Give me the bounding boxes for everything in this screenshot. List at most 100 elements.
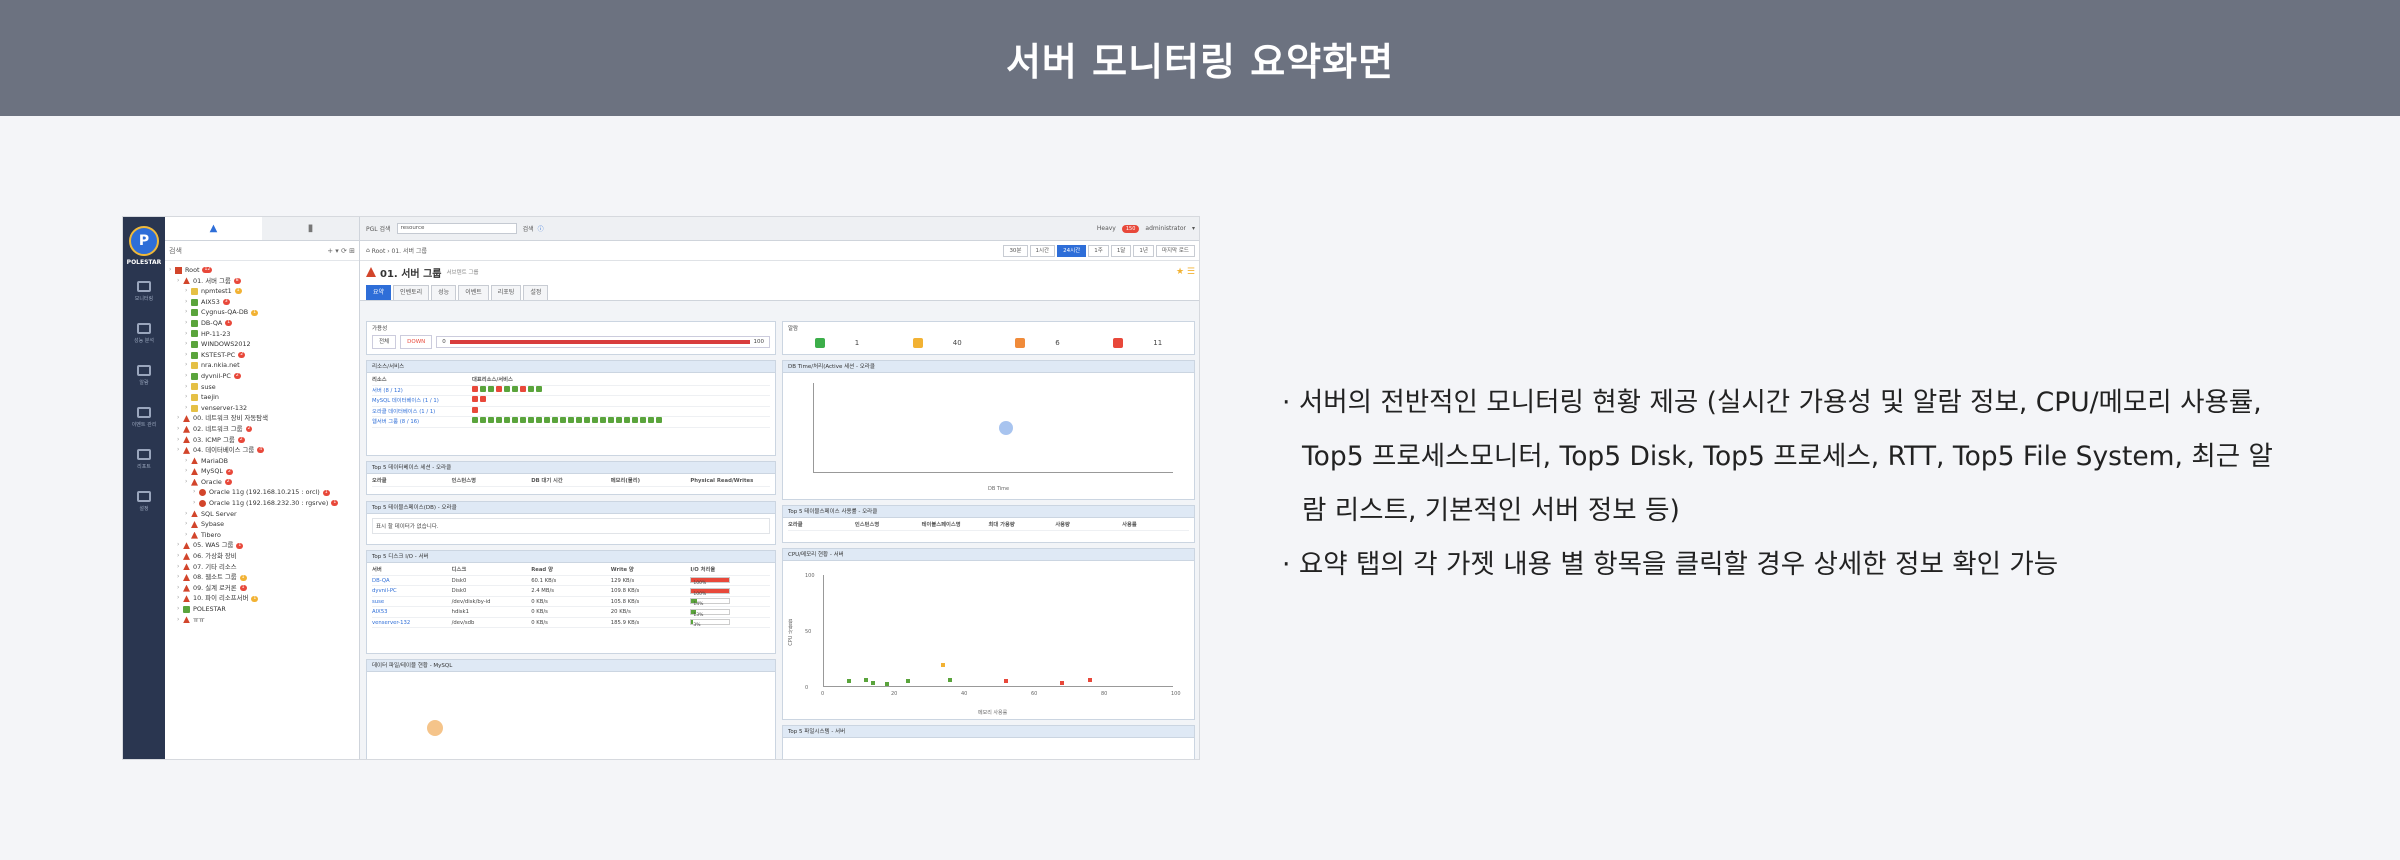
tree-node[interactable]: › AIX53 3 [169,297,359,308]
status-icon[interactable] [592,417,598,423]
tree-node[interactable]: › taejin [169,392,359,403]
cell[interactable]: dyvnil-PC [372,586,452,596]
status-icon[interactable] [504,385,510,392]
status-icon[interactable] [632,417,638,423]
tab-3[interactable]: 이벤트 [458,285,489,300]
tree-node[interactable]: › suse [169,382,359,393]
scatter-point[interactable] [941,662,945,667]
chevron-right-icon[interactable]: › [185,466,191,477]
tree-node[interactable]: › Cygnus-QA-DB 1 [169,307,359,318]
tree-node[interactable]: › 06. 가상화 장비 [169,551,359,562]
column-header[interactable]: 디스크 [452,565,532,575]
status-icon[interactable] [480,385,486,392]
scatter-point[interactable] [864,678,868,683]
status-icon[interactable] [512,385,518,392]
range-button[interactable]: 1년 [1133,244,1154,257]
column-header[interactable]: Read 양 [531,565,611,575]
column-header[interactable]: DB 대기 시간 [531,476,611,486]
tree-node[interactable]: › Oracle 2 [169,477,359,488]
table-row[interactable]: 오라클 데이터베이스 (1 / 1) [372,406,770,417]
tree-node[interactable]: › 09. 실계 로커론 1 [169,583,359,594]
chevron-right-icon[interactable]: › [185,477,191,488]
chevron-right-icon[interactable]: › [177,413,183,424]
status-icon[interactable] [536,417,542,423]
tree-node[interactable]: › venserver-132 [169,403,359,414]
status-icon[interactable] [512,417,518,423]
status-icon[interactable] [560,417,566,423]
tree-node[interactable]: › npmtest1 1 [169,286,359,297]
status-icon[interactable] [480,417,486,423]
chevron-right-icon[interactable]: › [177,572,183,583]
cell[interactable]: suse [372,597,452,607]
status-icon[interactable] [472,406,478,413]
status-icon[interactable] [552,417,558,423]
scatter-point[interactable] [1088,678,1092,683]
chevron-right-icon[interactable]: › [185,530,191,541]
resource-name[interactable]: MySQL 데이터베이스 (1 / 1) [372,396,472,406]
tree-node[interactable]: › MySQL 2 [169,466,359,477]
range-button[interactable]: 1주 [1088,244,1109,257]
cell[interactable]: DB-QA [372,576,452,586]
column-header[interactable]: 서버 [372,565,452,575]
chevron-right-icon[interactable]: › [177,593,183,604]
tab-4[interactable]: 리포팅 [490,285,522,300]
status-icon[interactable] [616,417,622,423]
table-row[interactable]: AIX53 hdisk1 0 KB/s 20 KB/s 13% [372,607,770,618]
help-icon[interactable]: ⓘ [538,224,544,233]
rail-item[interactable]: 모니터링 [123,274,165,308]
chevron-right-icon[interactable]: › [177,540,183,551]
chevron-right-icon[interactable]: › [185,509,191,520]
cell[interactable]: AIX53 [372,607,452,617]
chevron-down-icon[interactable]: ▾ [1192,225,1195,232]
tree-node[interactable]: › DB-QA 1 [169,318,359,329]
rail-item[interactable]: 설정 [123,484,165,518]
availability-total[interactable]: 전체 [372,335,397,349]
status-icon[interactable] [624,417,630,423]
status-icon[interactable] [488,385,494,392]
tree-node[interactable]: › POLESTAR [169,604,359,615]
tab-tree-hierarchy[interactable]: ▲ [165,217,262,240]
column-header[interactable]: 오라클 [788,520,855,530]
status-icon[interactable] [496,385,502,392]
tree-toolbar-icons[interactable]: + ▾ ⟳ ⊞ [327,247,355,255]
status-icon[interactable] [544,417,550,423]
range-button[interactable]: 1시간 [1029,244,1056,257]
status-icon[interactable] [600,417,606,423]
rail-item[interactable]: 성능 분석 [123,316,165,350]
scatter-point[interactable] [1004,679,1008,684]
tree-node[interactable]: › MariaDB [169,456,359,467]
range-button[interactable]: 마지막 로드 [1155,244,1195,257]
chevron-right-icon[interactable]: › [177,445,183,456]
bubble-point[interactable] [427,720,443,736]
user-name[interactable]: administrator [1145,225,1186,232]
resource-name[interactable]: 웹서버 그룹 (8 / 16) [372,417,472,427]
alarm-counter[interactable]: 11 [1113,338,1162,348]
tree-node[interactable]: › 04. 데이터베이스 그룹 4 [169,445,359,456]
scatter-point[interactable] [885,681,889,686]
tree-node[interactable]: › 03. ICMP 그룹 2 [169,435,359,446]
status-icon[interactable] [640,417,646,423]
status-icon[interactable] [528,417,534,423]
status-icon[interactable] [520,417,526,423]
status-icon[interactable] [648,417,654,423]
scatter-point[interactable] [948,678,952,683]
pgl-search-input[interactable]: resource [396,223,517,234]
scatter-point[interactable] [846,679,851,684]
status-icon[interactable] [520,385,526,392]
column-header[interactable]: 사용률 [1122,520,1189,530]
status-icon[interactable] [504,417,510,423]
chevron-right-icon[interactable]: › [177,424,183,435]
status-icon[interactable] [472,385,478,392]
column-header[interactable]: 오라클 [372,476,452,486]
alarm-counter[interactable]: 6 [1015,338,1060,348]
scatter-point[interactable] [906,679,910,684]
tree-node[interactable]: › 05. WAS 그룹 1 [169,540,359,551]
alarm-counter[interactable]: 40 [912,338,962,348]
tree-node[interactable]: › Sybase [169,519,359,530]
column-header[interactable]: 사용량 [1055,520,1122,530]
scatter-point[interactable] [1060,680,1064,685]
range-button[interactable]: 1달 [1110,244,1132,257]
column-header[interactable]: 테이블스페이스명 [922,520,989,530]
star-icon[interactable]: ★ ☰ [1176,267,1195,277]
table-row[interactable]: 웹서버 그룹 (8 / 16) [372,417,770,428]
